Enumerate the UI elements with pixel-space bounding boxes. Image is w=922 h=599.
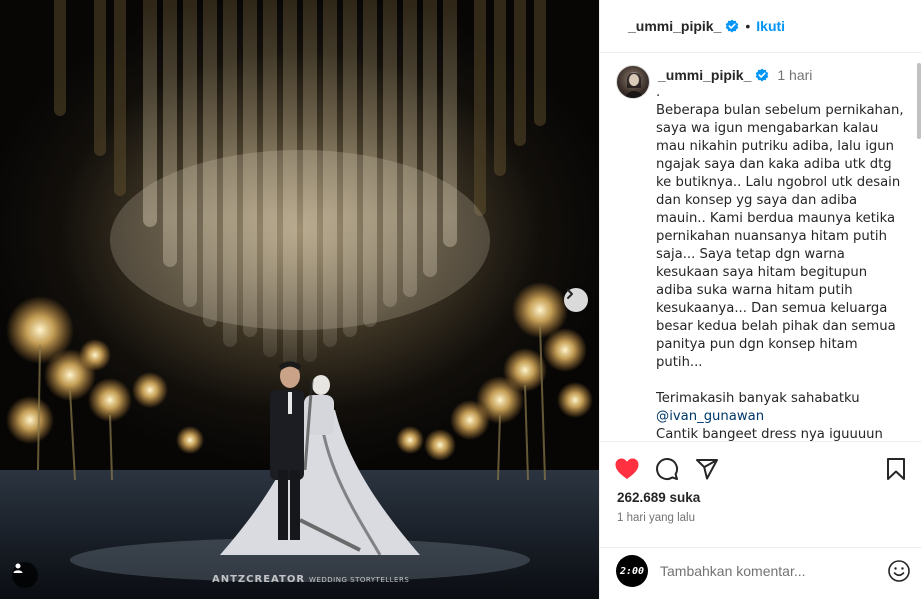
like-count[interactable]: 262.689 suka	[617, 490, 700, 505]
share-icon	[696, 459, 718, 480]
comment-button[interactable]	[654, 456, 680, 482]
author-avatar[interactable]	[616, 65, 650, 99]
heart-filled-icon	[615, 458, 639, 479]
comment-icon	[656, 458, 679, 480]
current-user-avatar: 2:00	[616, 555, 648, 587]
watermark-subtext: WEDDING STORYTELLERS	[309, 576, 410, 584]
caption-scrollbar[interactable]	[917, 63, 921, 139]
post-photo: ANTZCREATOR WEDDING STORYTELLERS	[0, 0, 599, 599]
caption-body: . Beberapa bulan sebelum pernikahan, say…	[656, 85, 904, 406]
comment-input[interactable]	[660, 560, 860, 582]
add-comment-bar: 2:00	[600, 547, 922, 595]
verified-badge-icon	[726, 19, 739, 33]
post-actions: 262.689 suka 1 hari yang lalu 2:00	[600, 441, 922, 591]
avatar-image	[625, 72, 643, 98]
follow-button[interactable]: Ikuti	[756, 18, 785, 34]
bookmark-icon	[887, 458, 905, 480]
verified-badge-icon	[756, 68, 769, 82]
tagged-users-button[interactable]	[12, 562, 38, 588]
action-icons-row	[614, 456, 909, 482]
photo-watermark: ANTZCREATOR WEDDING STORYTELLERS	[212, 574, 409, 585]
caption-timestamp: 1 hari	[777, 67, 813, 83]
header-separator: •	[745, 18, 751, 34]
post-author-username[interactable]: _ummi_pipik_	[628, 18, 721, 34]
emoji-icon	[888, 560, 910, 582]
post-header: _ummi_pipik_ • Ikuti	[600, 0, 922, 53]
like-button[interactable]	[614, 456, 640, 482]
emoji-button[interactable]	[887, 559, 911, 583]
caption-text: . Beberapa bulan sebelum pernikahan, say…	[656, 84, 906, 441]
post-date[interactable]: 1 hari yang lalu	[617, 512, 695, 524]
verified-badge	[725, 19, 739, 33]
share-button[interactable]	[694, 456, 720, 482]
watermark-text: ANTZCREATOR	[212, 574, 306, 585]
chevron-right-icon	[567, 289, 573, 299]
post-side-panel: _ummi_pipik_ • Ikuti _ummi_pipik_ 1 hari…	[599, 0, 922, 599]
caption-area: _ummi_pipik_ 1 hari . Beberapa bulan seb…	[600, 53, 922, 441]
verified-badge	[755, 68, 769, 82]
mention-link[interactable]: @ivan_gunawan	[656, 409, 764, 424]
caption-username[interactable]: _ummi_pipik_	[658, 67, 751, 83]
user-tag-icon	[13, 563, 23, 573]
caption-header: _ummi_pipik_ 1 hari	[658, 67, 812, 83]
caption-body-continued: Cantik bangeet dress nya iguuuun aku suk…	[656, 427, 883, 441]
next-photo-button[interactable]	[564, 288, 588, 312]
wedding-photo-illustration	[0, 0, 599, 599]
save-button[interactable]	[883, 456, 909, 482]
